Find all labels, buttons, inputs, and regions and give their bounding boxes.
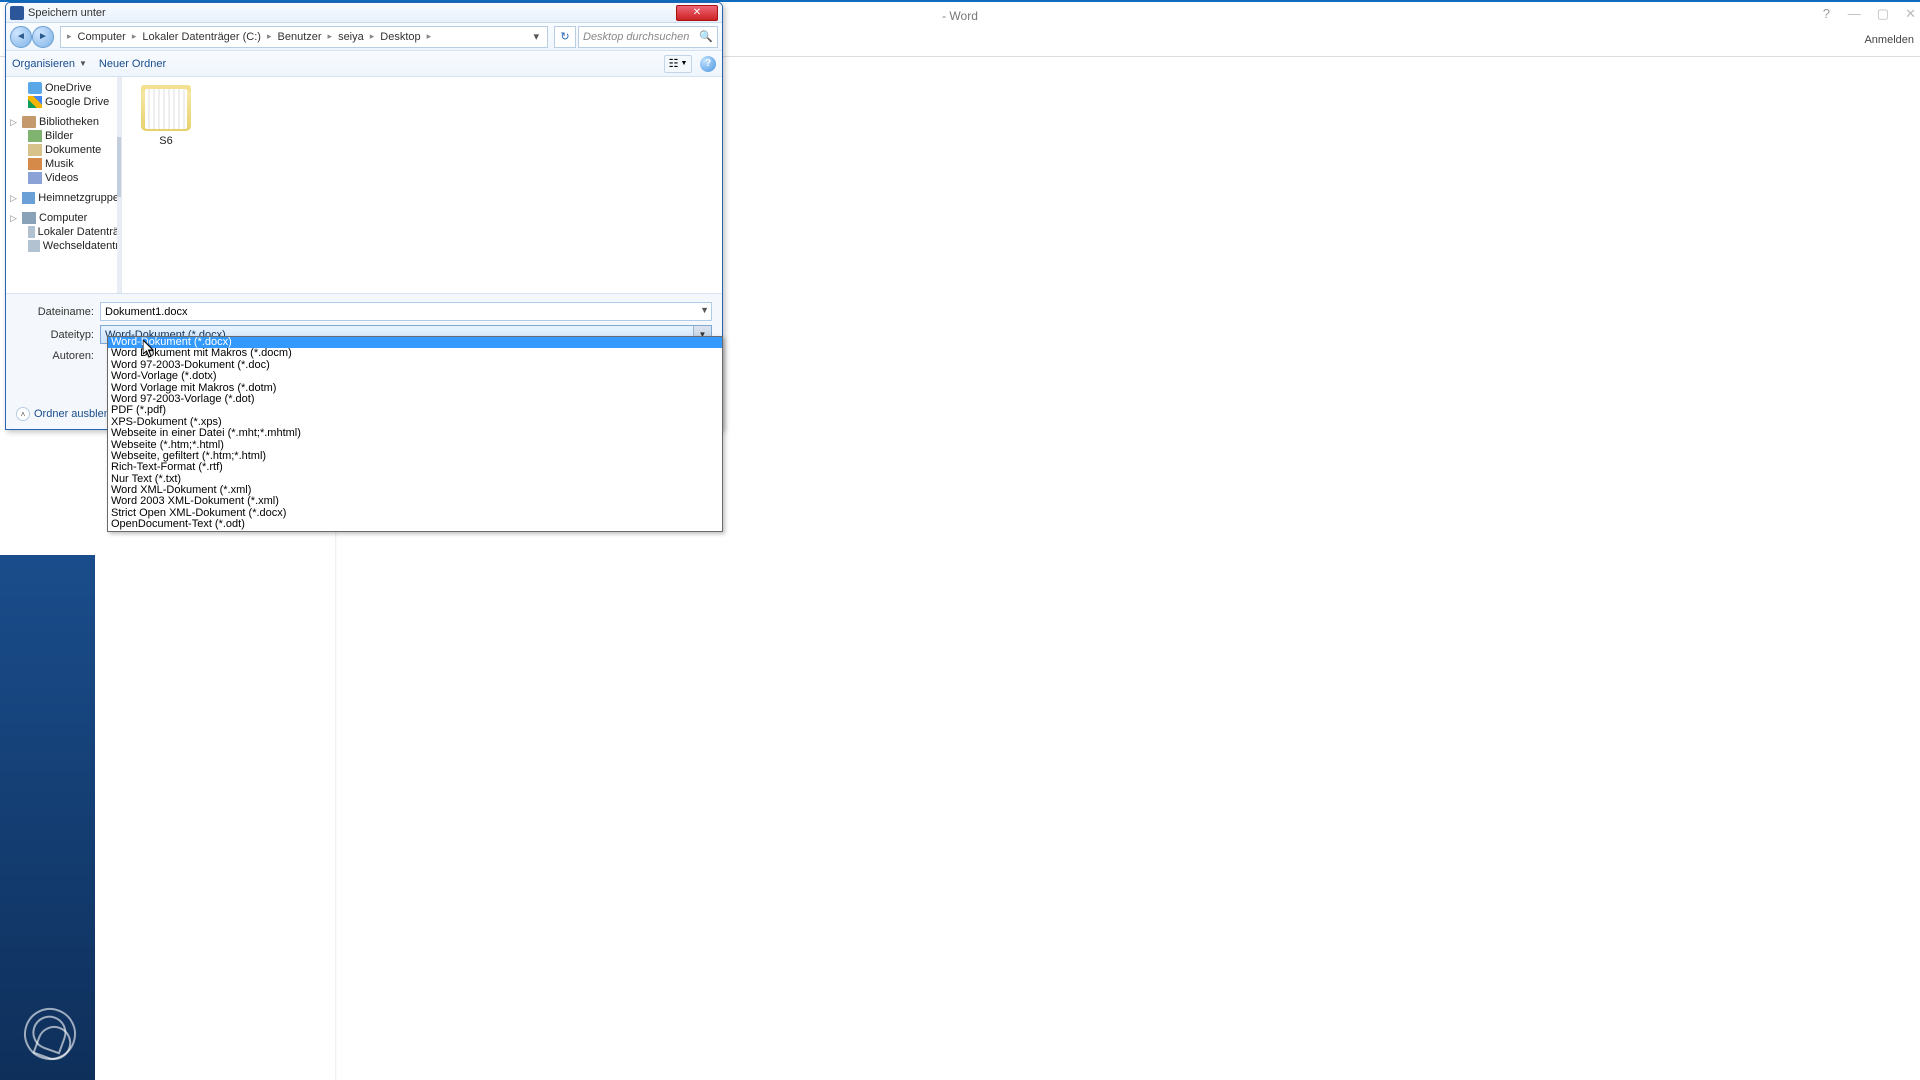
expand-icon[interactable]: ▷ [10, 193, 19, 204]
tree-libraries[interactable]: ▷Bibliotheken [6, 115, 121, 129]
help-icon[interactable]: ? [1823, 6, 1830, 21]
tree-pictures[interactable]: Bilder [6, 129, 121, 143]
library-icon [22, 116, 36, 128]
filetype-option[interactable]: Webseite in einer Datei (*.mht;*.mhtml) [108, 428, 722, 439]
butterfly-icon [17, 1001, 84, 1068]
desktop-panel [0, 555, 95, 1080]
maximize-button[interactable]: ▢ [1877, 6, 1889, 22]
back-button[interactable]: ◄ [10, 26, 32, 48]
tree-onedrive[interactable]: OneDrive [6, 81, 121, 95]
chevron-down-icon: ▼ [79, 59, 87, 68]
organize-label: Organisieren [12, 58, 75, 70]
crumb-disk[interactable]: Lokaler Datenträger (C:) [138, 31, 265, 43]
word-icon [10, 6, 24, 20]
gdrive-icon [28, 96, 42, 108]
tree-gdrive[interactable]: Google Drive [6, 95, 121, 109]
chevron-right-icon: ▸ [130, 31, 139, 42]
address-bar[interactable]: ▸ Computer ▸ Lokaler Datenträger (C:) ▸ … [60, 26, 548, 48]
filetype-dropdown-list[interactable]: Word-Dokument (*.docx)Word Dokument mit … [107, 336, 723, 532]
tree-videos[interactable]: Videos [6, 171, 121, 185]
navigation-row: ◄ ► ▸ Computer ▸ Lokaler Datenträger (C:… [6, 23, 722, 51]
dialog-help-button[interactable]: ? [700, 56, 716, 72]
forward-button[interactable]: ► [32, 26, 54, 48]
chevron-right-icon: ▸ [326, 31, 335, 42]
tree-computer[interactable]: ▷Computer [6, 211, 121, 225]
pictures-icon [28, 130, 42, 142]
filetype-option[interactable]: Rich-Text-Format (*.rtf) [108, 462, 722, 473]
filetype-label: Dateityp: [16, 329, 94, 341]
search-input[interactable]: Desktop durchsuchen 🔍 [578, 26, 718, 48]
chevron-down-icon: ▼ [680, 60, 687, 67]
chevron-right-icon: ▸ [368, 31, 377, 42]
filetype-option[interactable]: Word 97-2003-Vorlage (*.dot) [108, 394, 722, 405]
new-folder-button[interactable]: Neuer Ordner [99, 58, 166, 70]
file-list[interactable]: S6 [122, 77, 722, 293]
computer-icon [22, 212, 36, 224]
dialog-toolbar: Organisieren ▼ Neuer Ordner ☷▼ ? [6, 51, 722, 77]
documents-icon [28, 144, 42, 156]
close-button[interactable]: ✕ [1905, 6, 1916, 22]
disk-icon [28, 240, 40, 252]
filetype-option[interactable]: OpenDocument-Text (*.odt) [108, 519, 722, 530]
address-dropdown[interactable]: ▾ [529, 30, 543, 43]
search-placeholder: Desktop durchsuchen [583, 31, 689, 43]
videos-icon [28, 172, 42, 184]
expand-icon[interactable]: ▷ [10, 213, 19, 224]
chevron-right-icon: ▸ [425, 31, 434, 42]
filename-input[interactable]: Dokument1.docx ▼ [100, 302, 712, 321]
chevron-right-icon: ▸ [65, 31, 74, 42]
folder-label: S6 [159, 135, 172, 147]
dialog-titlebar[interactable]: Speichern unter ✕ [6, 3, 722, 23]
window-controls: — ▢ ✕ [1848, 6, 1916, 22]
music-icon [28, 158, 42, 170]
view-mode-button[interactable]: ☷▼ [664, 55, 692, 73]
crumb-desktop[interactable]: Desktop [376, 31, 424, 43]
save-as-dialog: Speichern unter ✕ ◄ ► ▸ Computer ▸ Lokal… [5, 2, 723, 430]
cloud-icon [28, 82, 42, 94]
folder-icon [141, 85, 191, 131]
tree-music[interactable]: Musik [6, 157, 121, 171]
chevron-down-icon[interactable]: ▼ [700, 305, 709, 315]
crumb-user[interactable]: seiya [334, 31, 368, 43]
tree-removable[interactable]: Wechseldatentr [6, 239, 121, 253]
homegroup-icon [22, 192, 36, 204]
authors-label: Autoren: [16, 350, 94, 362]
search-icon: 🔍 [699, 30, 713, 43]
word-title-text: - Word [942, 9, 978, 23]
disk-icon [28, 226, 35, 238]
navigation-tree[interactable]: OneDrive Google Drive ▷Bibliotheken Bild… [6, 77, 122, 293]
dialog-title: Speichern unter [28, 7, 106, 19]
expand-icon[interactable]: ▷ [10, 117, 19, 128]
filetype-option[interactable]: Word-Vorlage (*.dotx) [108, 371, 722, 382]
sign-in-link[interactable]: Anmelden [1864, 34, 1914, 46]
folder-item[interactable]: S6 [130, 85, 202, 147]
tree-homegroup[interactable]: ▷Heimnetzgruppe [6, 191, 121, 205]
chevron-up-icon: ˄ [16, 407, 30, 421]
filename-value: Dokument1.docx [105, 306, 188, 318]
filename-label: Dateiname: [16, 306, 94, 318]
minimize-button[interactable]: — [1848, 6, 1861, 22]
refresh-button[interactable]: ↻ [554, 26, 576, 48]
chevron-right-icon: ▸ [265, 31, 274, 42]
tree-scroll-thumb[interactable] [117, 137, 121, 197]
dialog-close-button[interactable]: ✕ [676, 5, 718, 21]
tree-localdisk[interactable]: Lokaler Datenträ [6, 225, 121, 239]
organize-button[interactable]: Organisieren ▼ [12, 58, 87, 70]
tree-documents[interactable]: Dokumente [6, 143, 121, 157]
crumb-users[interactable]: Benutzer [274, 31, 326, 43]
crumb-computer[interactable]: Computer [74, 31, 130, 43]
